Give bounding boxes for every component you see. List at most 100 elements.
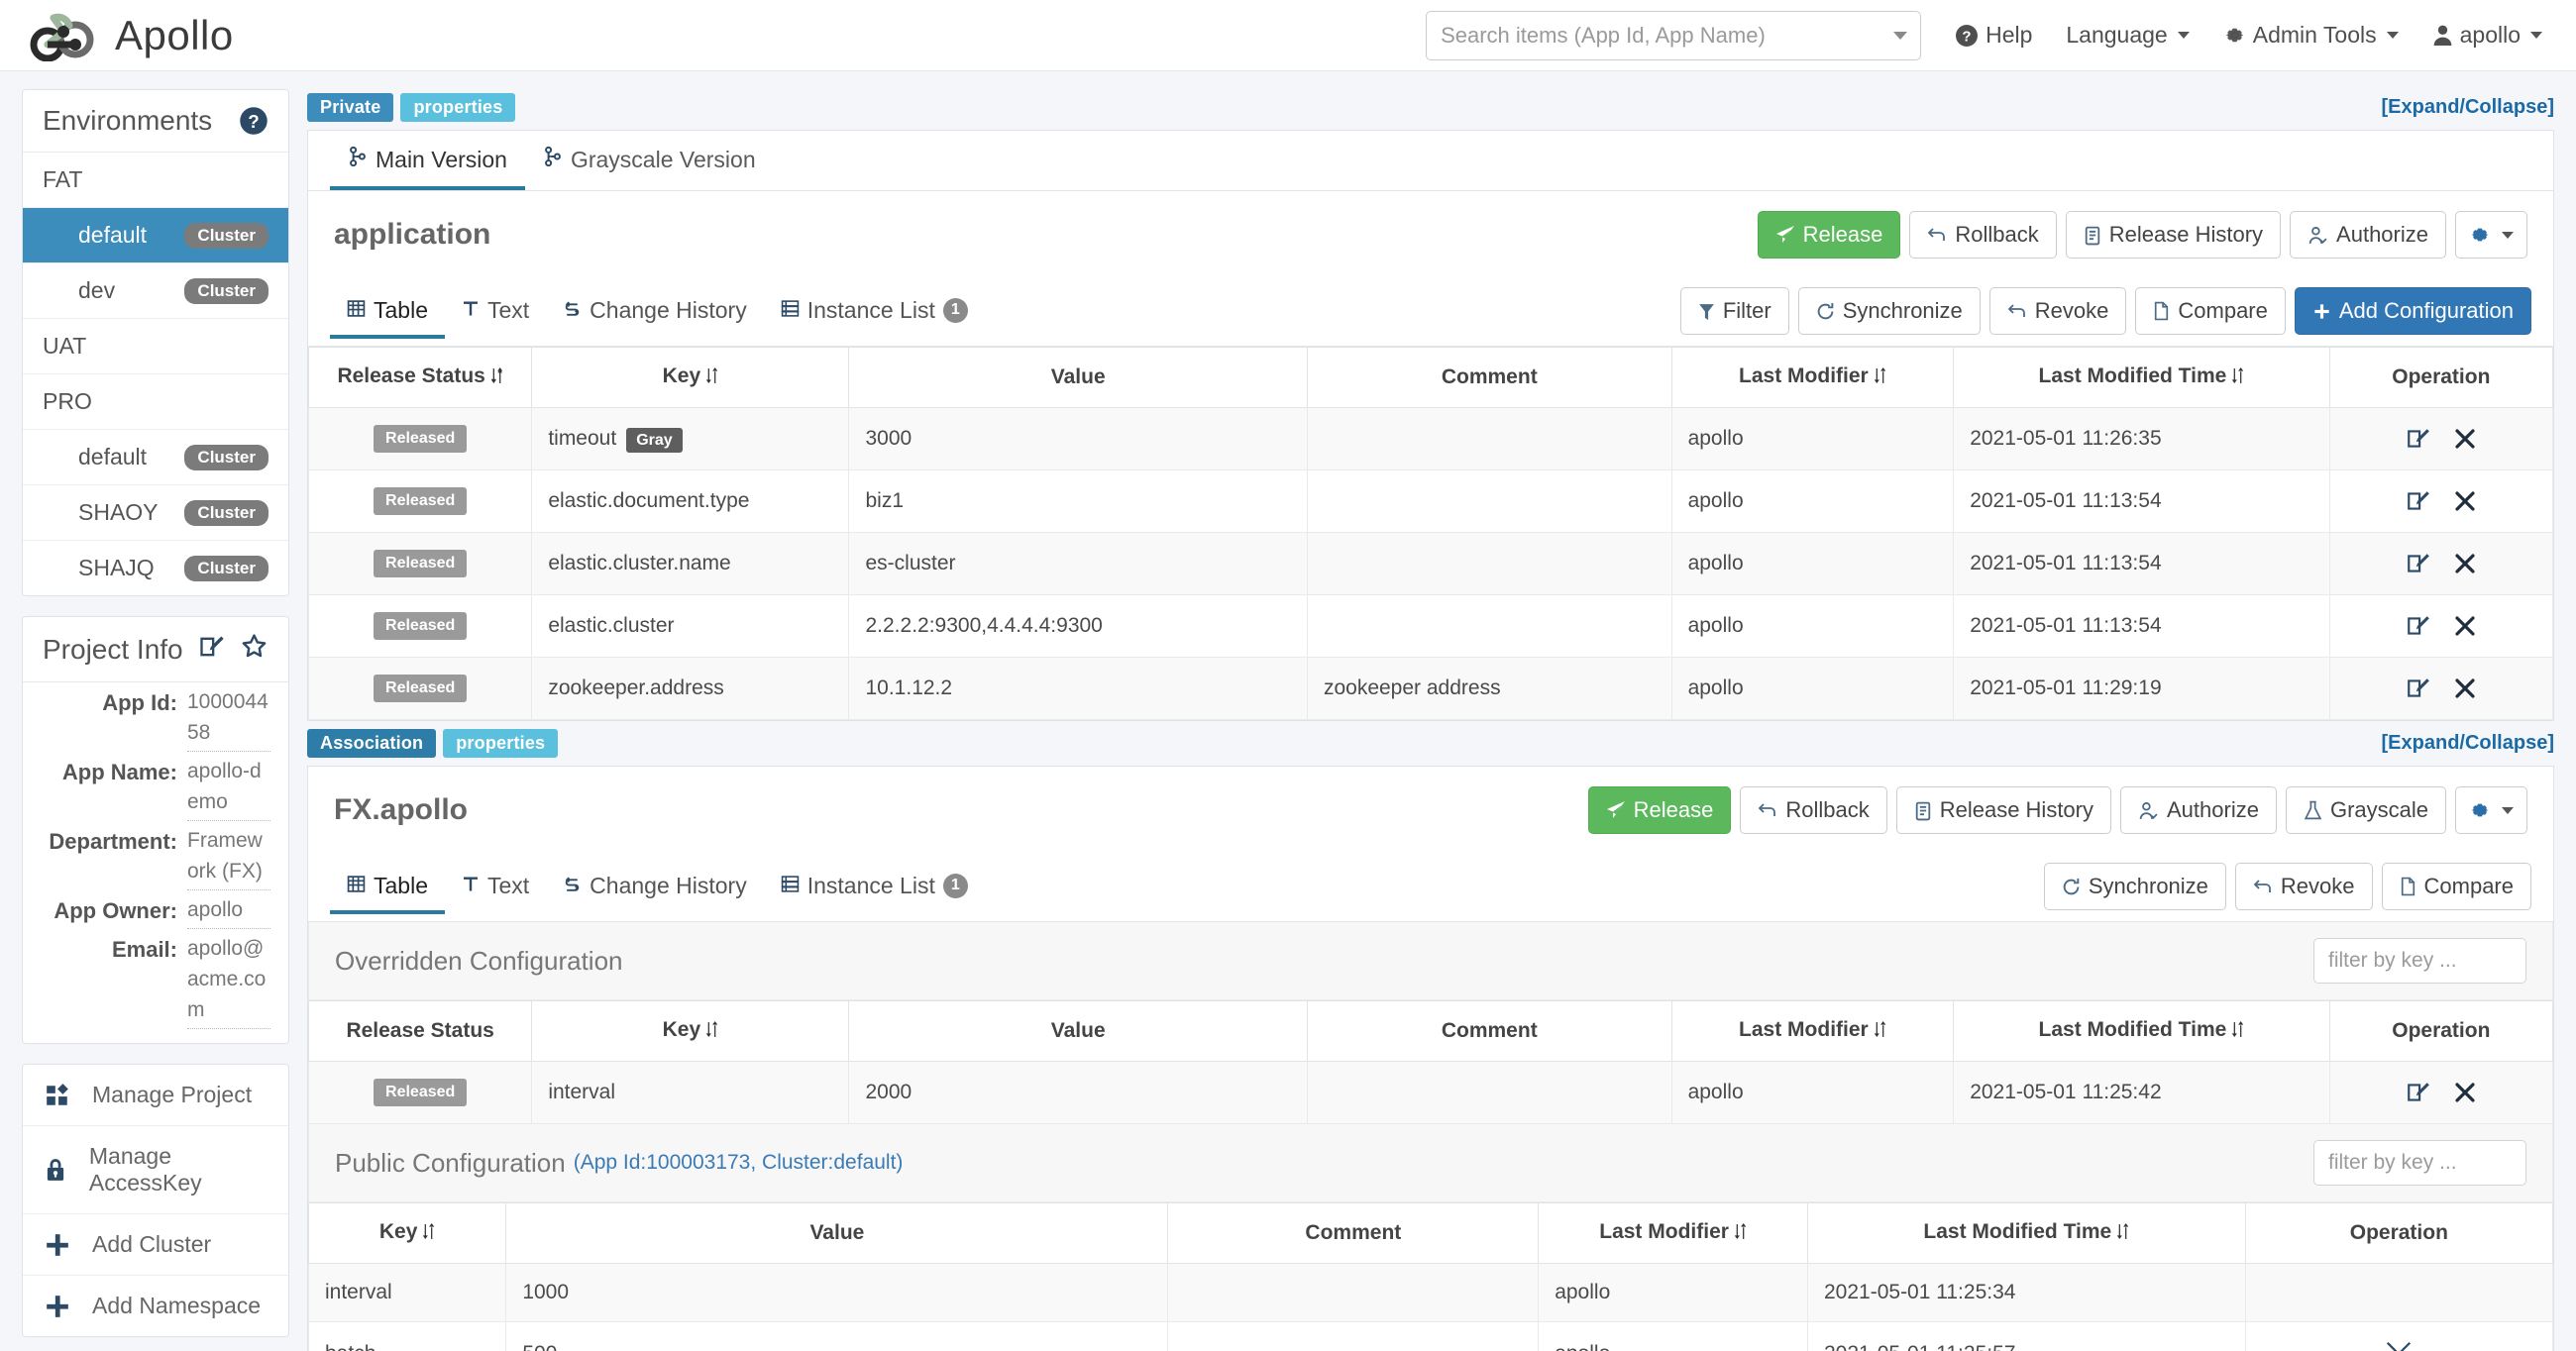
filter-button[interactable]: Filter xyxy=(1679,287,1789,335)
text-icon xyxy=(462,297,480,324)
revoke-button[interactable]: Revoke xyxy=(1988,287,2127,335)
subtab-text[interactable]: Text xyxy=(445,860,546,914)
nav-item-admin-tools[interactable]: Admin Tools xyxy=(2223,22,2399,49)
button-label: Authorize xyxy=(2336,222,2428,247)
delete-item-icon[interactable] xyxy=(2453,676,2477,700)
authorize-button[interactable]: Authorize xyxy=(2120,786,2277,834)
release-history-button[interactable]: Release History xyxy=(1895,786,2111,834)
edit-square-icon[interactable] xyxy=(198,633,226,667)
cell-operation xyxy=(2244,1321,2554,1351)
delete-item-icon[interactable] xyxy=(2453,489,2477,513)
status-badge: Released xyxy=(374,612,468,640)
rollback-button[interactable]: Rollback xyxy=(1740,786,1887,834)
question-circle-icon[interactable]: ? xyxy=(239,106,268,136)
sidebar-cluster-fat-dev[interactable]: dev Cluster xyxy=(23,263,288,319)
subtab-instance-list[interactable]: Instance List 1 xyxy=(764,860,985,914)
col-label: Operation xyxy=(2392,365,2491,388)
expand-collapse-link[interactable]: [Expand/Collapse] xyxy=(2382,732,2554,755)
cell-operation xyxy=(2328,407,2554,470)
subtab-change-history[interactable]: Change History xyxy=(546,860,764,914)
rollback-button[interactable]: Rollback xyxy=(1909,211,2057,259)
col-release-status[interactable]: Release Status xyxy=(307,347,533,408)
add-configuration-button[interactable]: Add Configuration xyxy=(2294,287,2531,335)
cluster-badge: Cluster xyxy=(184,555,268,581)
delete-item-icon[interactable] xyxy=(2453,427,2477,451)
overridden-filter-input[interactable] xyxy=(2313,938,2526,984)
authorize-button[interactable]: Authorize xyxy=(2290,211,2446,259)
public-config-source[interactable]: (App Id:100003173, Cluster:default) xyxy=(574,1151,904,1175)
col-last-modified-time[interactable]: Last Modified Time xyxy=(1953,347,2330,408)
edit-item-icon[interactable] xyxy=(2406,551,2431,576)
release-history-button[interactable]: Release History xyxy=(2065,211,2282,259)
synchronize-button[interactable]: Synchronize xyxy=(2043,863,2226,910)
grayscale-button[interactable]: Grayscale xyxy=(2285,786,2446,834)
edit-item-icon[interactable] xyxy=(2406,676,2431,701)
button-label: Release History xyxy=(2108,222,2264,247)
public-filter-input[interactable] xyxy=(2313,1140,2526,1186)
col-key[interactable]: Key xyxy=(531,347,850,408)
namespace-settings-button[interactable] xyxy=(2455,211,2527,259)
edit-item-icon[interactable] xyxy=(2406,1080,2431,1105)
search-box[interactable] xyxy=(1426,10,1922,60)
delete-item-icon[interactable] xyxy=(2453,552,2477,575)
table-row: interval 1000 apollo 2021-05-01 11:25:34 xyxy=(307,1263,2554,1322)
override-item-icon[interactable] xyxy=(2384,1339,2414,1351)
cell-value: 2000 xyxy=(848,1061,1308,1124)
col-last-modifier[interactable]: Last Modifier xyxy=(1670,1000,1955,1062)
col-last-modifier[interactable]: Last Modifier xyxy=(1670,347,1955,408)
brand-logo[interactable]: Apollo xyxy=(24,10,234,61)
sidebar-cluster-pro-shajq[interactable]: SHAJQ Cluster xyxy=(23,541,288,595)
namespace-settings-button[interactable] xyxy=(2455,786,2527,834)
expand-collapse-link[interactable]: [Expand/Collapse] xyxy=(2382,96,2554,119)
release-button[interactable]: Release xyxy=(1587,786,1732,834)
namespace-subtabs: Table Text Change History Instance List … xyxy=(330,284,985,339)
edit-item-icon[interactable] xyxy=(2406,426,2431,452)
col-last-modified-time[interactable]: Last Modified Time xyxy=(1953,1000,2330,1062)
col-last-modified-time[interactable]: Last Modified Time xyxy=(1807,1202,2246,1264)
tab-label: Grayscale Version xyxy=(570,146,756,172)
compare-button[interactable]: Compare xyxy=(2135,287,2286,335)
search-input[interactable] xyxy=(1426,10,1922,60)
col-key[interactable]: Key xyxy=(531,1000,850,1062)
environments-title: Environments xyxy=(43,105,213,136)
namespace-actions: Release Rollback Release History Authori… xyxy=(1757,211,2527,259)
edit-item-icon[interactable] xyxy=(2406,613,2431,639)
project-info-header: Project Info xyxy=(23,617,288,682)
cell-operation xyxy=(2328,469,2554,533)
nav-item-help[interactable]: ? Help xyxy=(1955,22,2032,49)
sidebar-cluster-pro-shaoy[interactable]: SHAOY Cluster xyxy=(23,485,288,541)
sidebar-item-manage-project[interactable]: Manage Project xyxy=(23,1065,288,1126)
edit-item-icon[interactable] xyxy=(2406,488,2431,514)
cell-key: interval xyxy=(531,1061,850,1124)
sidebar-env-pro[interactable]: PRO xyxy=(23,374,288,430)
sidebar-env-uat[interactable]: UAT xyxy=(23,319,288,374)
synchronize-button[interactable]: Synchronize xyxy=(1797,287,1981,335)
col-key[interactable]: Key xyxy=(307,1202,507,1264)
chevron-down-icon[interactable] xyxy=(1893,31,1908,40)
nav-item-language[interactable]: Language xyxy=(2066,22,2190,49)
table-header-row: Key Value Comment Last Modifier Last Mod… xyxy=(307,1202,2554,1264)
delete-item-icon[interactable] xyxy=(2453,1081,2477,1104)
col-last-modifier[interactable]: Last Modifier xyxy=(1538,1202,1808,1264)
sidebar-item-manage-accesskey[interactable]: Manage AccessKey xyxy=(23,1126,288,1214)
sidebar-item-add-namespace[interactable]: Add Namespace xyxy=(23,1276,288,1336)
compare-button[interactable]: Compare xyxy=(2381,863,2531,910)
tab-main-version[interactable]: Main Version xyxy=(330,131,525,190)
subtab-change-history[interactable]: Change History xyxy=(546,284,764,339)
release-button[interactable]: Release xyxy=(1757,211,1901,259)
clipboard-icon xyxy=(1914,800,1932,821)
revoke-button[interactable]: Revoke xyxy=(2234,863,2373,910)
subtab-instance-list[interactable]: Instance List 1 xyxy=(764,284,985,339)
delete-item-icon[interactable] xyxy=(2453,614,2477,638)
sidebar-env-fat[interactable]: FAT xyxy=(23,153,288,208)
subtab-text[interactable]: Text xyxy=(445,284,546,339)
nav-item-user[interactable]: apollo xyxy=(2432,22,2542,49)
sidebar-cluster-pro-default[interactable]: default Cluster xyxy=(23,430,288,485)
subtab-table[interactable]: Table xyxy=(330,860,445,914)
sidebar-item-add-cluster[interactable]: Add Cluster xyxy=(23,1214,288,1276)
tab-grayscale-version[interactable]: Grayscale Version xyxy=(525,131,774,190)
star-icon[interactable] xyxy=(240,632,268,667)
sidebar-cluster-fat-default[interactable]: default Cluster xyxy=(23,208,288,263)
subtab-table[interactable]: Table xyxy=(330,284,445,339)
namespace-title-row: application Release Rollback Release His… xyxy=(308,191,2553,276)
